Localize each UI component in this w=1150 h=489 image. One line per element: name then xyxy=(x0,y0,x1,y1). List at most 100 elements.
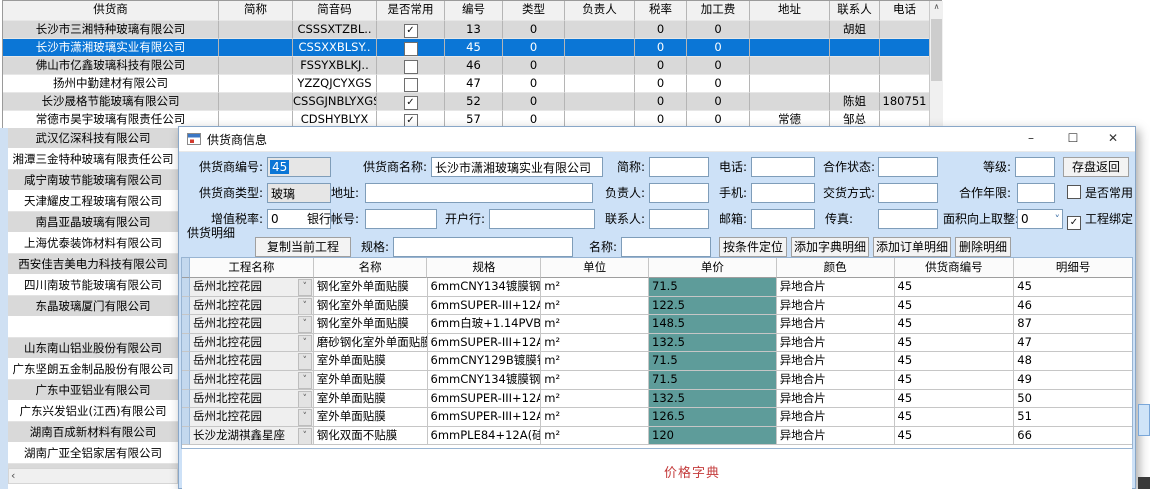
supplier-list-item[interactable]: 广东中亚铝业有限公司 xyxy=(8,380,178,401)
mobile-field[interactable] xyxy=(751,183,815,203)
delivery-field[interactable] xyxy=(878,183,938,203)
detail-row[interactable]: 岳州北控花园˅磨砂钢化室外单面贴膜6mmSUPER-III+12A(硅...m²… xyxy=(182,334,1132,353)
supplier-row[interactable]: 长沙市三湘特种玻璃有限公司CSSSXTZBL..✓13000胡姐 xyxy=(3,21,929,39)
common-checkbox[interactable]: 是否常用 xyxy=(1067,183,1133,203)
checkbox-icon[interactable]: ✓ xyxy=(404,24,418,38)
close-button[interactable]: ✕ xyxy=(1093,127,1133,151)
column-header[interactable]: 加工费 xyxy=(687,1,750,21)
vertical-scrollbar[interactable]: ∧ xyxy=(929,1,943,129)
column-header[interactable]: 税率 xyxy=(635,1,687,21)
column-header[interactable]: 负责人 xyxy=(565,1,635,21)
project-combo[interactable]: 岳州北控花园˅ xyxy=(190,278,314,297)
email-field[interactable] xyxy=(751,209,815,229)
copy-project-button[interactable]: 复制当前工程 xyxy=(255,237,351,257)
fax-field[interactable] xyxy=(878,209,938,229)
detail-row[interactable]: 岳州北控花园˅室外单面贴膜6mmSUPER-III+12A(硅...m²132.… xyxy=(182,390,1132,409)
supplier-list-item[interactable]: 广东兴发铝业(江西)有限公司 xyxy=(8,401,178,422)
supplier-list-item[interactable] xyxy=(8,317,178,338)
abbr-field[interactable] xyxy=(649,157,709,177)
supplier-list-item[interactable]: 西安佳吉美电力科技有限公司 xyxy=(8,254,178,275)
coop-years-field[interactable] xyxy=(1017,183,1055,203)
detail-row[interactable]: 岳州北控花园˅室外单面贴膜6mmCNY129B镀膜钢化m²71.5异地合片454… xyxy=(182,352,1132,371)
horizontal-scrollbar[interactable]: ‹ xyxy=(8,468,178,484)
delete-detail-button[interactable]: 删除明细 xyxy=(955,237,1011,257)
project-combo[interactable]: 岳州北控花园˅ xyxy=(190,334,314,353)
project-combo[interactable]: 岳州北控花园˅ xyxy=(190,371,314,390)
dropdown-icon[interactable]: ˅ xyxy=(298,372,312,389)
project-combo[interactable]: 岳州北控花园˅ xyxy=(190,408,314,427)
round-up-combo[interactable]: 0˅ xyxy=(1017,209,1063,229)
type-field[interactable] xyxy=(267,183,331,203)
maximize-button[interactable]: ☐ xyxy=(1053,127,1093,151)
coop-status-field[interactable] xyxy=(878,157,938,177)
address-field[interactable] xyxy=(365,183,593,203)
project-combo[interactable]: 岳州北控花园˅ xyxy=(190,315,314,334)
grid-column-header[interactable]: 颜色 xyxy=(777,258,895,278)
dropdown-icon[interactable]: ˅ xyxy=(298,316,312,333)
dropdown-icon[interactable]: ˅ xyxy=(298,409,312,426)
phone-field[interactable] xyxy=(751,157,815,177)
grid-column-header[interactable]: 单位 xyxy=(541,258,649,278)
supplier-list-item[interactable]: 广东坚朗五金制品股份有限公司 xyxy=(8,359,178,380)
detail-row[interactable]: 长沙龙湖祺鑫星座˅钢化双面不贴膜6mmPLE84+12A(硅酮胶...m²120… xyxy=(182,427,1132,446)
column-header[interactable]: 电话 xyxy=(880,1,929,21)
supplier-list-item[interactable]: 湖南百成新材料有限公司 xyxy=(8,422,178,443)
add-dict-button[interactable]: 添加字典明细 xyxy=(791,237,869,257)
supplier-name-field[interactable] xyxy=(431,157,603,177)
detail-row[interactable]: 岳州北控花园˅室外单面贴膜6mmSUPER-III+12A(硅...m²126.… xyxy=(182,408,1132,427)
name-filter-input[interactable] xyxy=(621,237,711,257)
supplier-row[interactable]: 扬州中勤建材有限公司YZZQJCYXGS47000 xyxy=(3,75,929,93)
grid-column-header[interactable]: 单价 xyxy=(649,258,777,278)
dropdown-icon[interactable]: ˅ xyxy=(298,335,312,352)
column-header[interactable]: 简音码 xyxy=(293,1,377,21)
minimize-button[interactable]: – xyxy=(1011,127,1051,151)
scrollbar-thumb[interactable] xyxy=(931,19,942,81)
column-header[interactable]: 是否常用 xyxy=(377,1,445,21)
grid-column-header[interactable]: 明细号 xyxy=(1014,258,1132,278)
project-combo[interactable]: 长沙龙湖祺鑫星座˅ xyxy=(190,427,314,446)
supplier-list-item[interactable]: 东晶玻璃厦门有限公司 xyxy=(8,296,178,317)
supplier-row[interactable]: 长沙晟格节能玻璃有限公司CSSGJNBLYXGS✓52000陈姐180751 xyxy=(3,93,929,111)
project-combo[interactable]: 岳州北控花园˅ xyxy=(190,297,314,316)
scroll-left-icon[interactable]: ‹ xyxy=(11,469,15,483)
supplier-list-item[interactable]: 咸宁南玻节能玻璃有限公司 xyxy=(8,170,178,191)
supplier-row[interactable]: 长沙市潇湘玻璃实业有限公司CSSXXBLSY..45000 xyxy=(3,39,929,57)
detail-row[interactable]: 岳州北控花园˅钢化室外单面贴膜6mmSUPER-III+12A(硅...m²12… xyxy=(182,297,1132,316)
dialog-titlebar[interactable]: 供货商信息 – ☐ ✕ xyxy=(179,127,1135,152)
bank-account-field[interactable] xyxy=(365,209,437,229)
owner-field[interactable] xyxy=(649,183,709,203)
grid-column-header[interactable]: 规格 xyxy=(427,258,541,278)
column-header[interactable]: 地址 xyxy=(750,1,830,21)
grid-column-header[interactable]: 工程名称 xyxy=(190,258,314,278)
detail-row[interactable]: 岳州北控花园˅钢化室外单面贴膜6mm白玻+1.14PVB+6mm...m²148… xyxy=(182,315,1132,334)
column-header[interactable]: 供货商 xyxy=(3,1,219,21)
column-header[interactable]: 类型 xyxy=(503,1,565,21)
dropdown-icon[interactable]: ˅ xyxy=(298,428,312,445)
grid-column-header[interactable]: 供货商编号 xyxy=(895,258,1015,278)
bind-checkbox[interactable]: ✓工程绑定 xyxy=(1067,209,1133,229)
supplier-list-item[interactable]: 四川南玻节能玻璃有限公司 xyxy=(8,275,178,296)
dropdown-icon[interactable]: ˅ xyxy=(298,279,312,296)
save-return-button[interactable]: 存盘返回 xyxy=(1063,157,1129,177)
dropdown-icon[interactable]: ˅ xyxy=(298,391,312,408)
grade-field[interactable] xyxy=(1015,157,1055,177)
supplier-no-field[interactable]: 45 xyxy=(267,157,331,177)
detail-row[interactable]: 岳州北控花园˅钢化室外单面贴膜6mmCNY134镀膜钢化m²71.5异地合片45… xyxy=(182,278,1132,297)
supplier-list-item[interactable]: 山东南山铝业股份有限公司 xyxy=(8,338,178,359)
supplier-list-item[interactable]: 天津耀皮工程玻璃有限公司 xyxy=(8,191,178,212)
add-order-button[interactable]: 添加订单明细 xyxy=(873,237,951,257)
supplier-list-item[interactable]: 湖南广亚全铝家居有限公司 xyxy=(8,443,178,464)
checkbox-icon[interactable] xyxy=(404,42,418,56)
supplier-list-item[interactable]: 湘潭三金特种玻璃有限责任公司 xyxy=(8,149,178,170)
spec-filter-input[interactable] xyxy=(393,237,573,257)
checkbox-icon[interactable] xyxy=(404,78,418,92)
scroll-up-icon[interactable]: ∧ xyxy=(930,1,943,15)
column-header[interactable]: 编号 xyxy=(445,1,503,21)
project-combo[interactable]: 岳州北控花园˅ xyxy=(190,352,314,371)
bank-field[interactable] xyxy=(489,209,595,229)
supplier-row[interactable]: 佛山市亿鑫玻璃科技有限公司FSSYXBLKJ..46000 xyxy=(3,57,929,75)
supplier-list-item[interactable]: 武汉亿深科技有限公司 xyxy=(8,128,178,149)
project-combo[interactable]: 岳州北控花园˅ xyxy=(190,390,314,409)
dropdown-icon[interactable]: ˅ xyxy=(298,353,312,370)
checkbox-icon[interactable] xyxy=(404,60,418,74)
